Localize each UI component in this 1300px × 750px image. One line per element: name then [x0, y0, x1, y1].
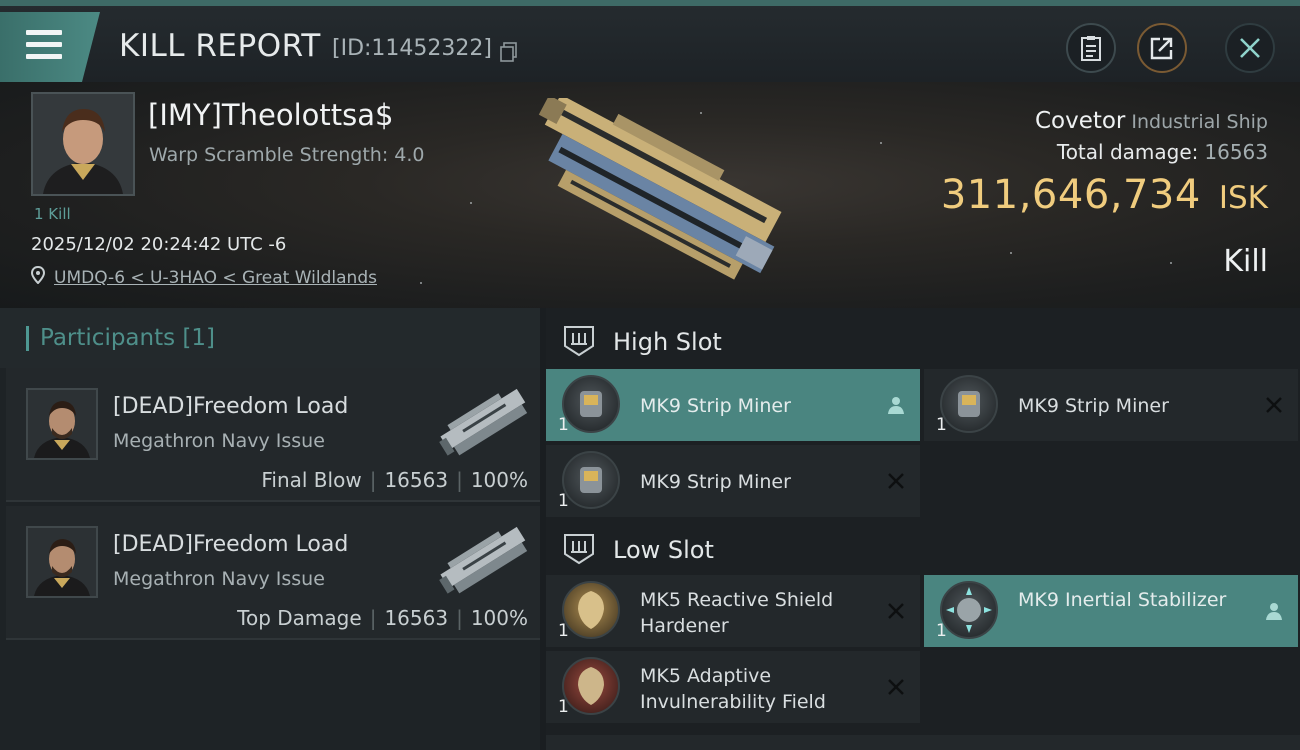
module-item[interactable]: 1 MK5 Reactive Shield Hardener	[546, 575, 920, 647]
low-slot-label: Low Slot	[613, 536, 714, 564]
shield-hardener-icon	[562, 581, 620, 639]
fitting-panel: High Slot 1 MK9 Strip Miner 1 MK9 Strip …	[546, 308, 1300, 750]
user-icon	[888, 397, 904, 414]
module-name: MK9 Strip Miner	[640, 395, 791, 417]
clipboard-button[interactable]	[1066, 23, 1116, 73]
kill-summary: [IMY]Theolottsa$ Warp Scramble Strength:…	[0, 82, 1300, 308]
module-name: MK9 Strip Miner	[1018, 395, 1169, 417]
module-name: MK5 Adaptive Invulnerability Field	[640, 665, 826, 713]
module-item[interactable]: 1 MK9 Strip Miner	[924, 369, 1298, 441]
total-damage-label: Total damage:	[1056, 140, 1199, 164]
isk-unit: ISK	[1218, 180, 1268, 216]
participant-percent: 100%	[470, 468, 528, 492]
participants-header: Participants [1]	[0, 308, 540, 368]
victim-portrait[interactable]	[31, 92, 135, 196]
inertial-stabilizer-icon	[940, 581, 998, 639]
participant-damage: 16563	[384, 606, 449, 630]
victim-name[interactable]: [IMY]Theolottsa$	[148, 98, 393, 132]
module-item[interactable]: 1 MK5 Adaptive Invulnerability Field	[546, 651, 920, 723]
destroyed-icon	[888, 679, 904, 695]
strip-miner-icon	[562, 375, 620, 433]
kill-location-link[interactable]: UMDQ-6 < U-3HAO < Great Wildlands	[54, 268, 377, 288]
strip-miner-icon	[562, 451, 620, 509]
close-icon	[1240, 38, 1260, 58]
location-pin-icon	[31, 266, 45, 284]
low-slot-icon	[564, 534, 594, 565]
participant-ship-image	[439, 526, 528, 594]
high-slot-header: High Slot	[546, 310, 1300, 370]
header-accent	[26, 326, 29, 351]
module-quantity: 1	[936, 621, 947, 641]
total-damage-value: 16563	[1204, 140, 1268, 164]
module-name: MK9 Inertial Stabilizer	[1018, 589, 1227, 611]
module-quantity: 1	[558, 621, 569, 641]
participant-avatar	[26, 388, 98, 460]
kill-datetime: 2025/12/02 20:24:42 UTC -6	[31, 234, 287, 255]
participant-row[interactable]: [DEAD]Freedom Load Megathron Navy Issue …	[6, 506, 540, 640]
user-icon	[1266, 603, 1282, 620]
module-quantity: 1	[558, 415, 569, 435]
participants-title: Participants [1]	[40, 325, 215, 351]
participant-role: Top Damage	[237, 606, 362, 630]
ship-class: Industrial Ship	[1131, 111, 1268, 133]
participant-role: Final Blow	[261, 468, 362, 492]
isk-value: 311,646,734 ISK	[941, 172, 1268, 218]
destroyed-icon	[888, 473, 904, 489]
participant-ship: Megathron Navy Issue	[113, 568, 325, 590]
share-button[interactable]	[1137, 23, 1187, 73]
close-button[interactable]	[1225, 23, 1275, 73]
module-name: MK5 Reactive Shield Hardener	[640, 589, 834, 637]
participant-ship: Megathron Navy Issue	[113, 430, 325, 452]
module-name: MK9 Strip Miner	[640, 471, 791, 493]
kill-count: 1 Kill	[34, 205, 71, 223]
participant-percent: 100%	[470, 606, 528, 630]
participant-stats: Final Blow | 16563 | 100%	[261, 468, 528, 492]
participants-panel: Participants [1] [DEAD]Freedom Load Mega…	[0, 308, 540, 750]
high-slot-label: High Slot	[613, 328, 722, 356]
strip-miner-icon	[940, 375, 998, 433]
isk-amount: 311,646,734	[940, 172, 1201, 218]
module-quantity: 1	[558, 491, 569, 511]
destroyed-icon	[888, 603, 904, 619]
participant-name[interactable]: [DEAD]Freedom Load	[113, 394, 348, 419]
total-damage: Total damage: 16563	[1057, 140, 1268, 164]
participant-damage: 16563	[384, 468, 449, 492]
menu-button[interactable]	[0, 12, 100, 82]
high-slot-icon	[564, 326, 594, 357]
participant-stats: Top Damage | 16563 | 100%	[237, 606, 528, 630]
module-item[interactable]: 1 MK9 Strip Miner	[546, 445, 920, 517]
participant-name[interactable]: [DEAD]Freedom Load	[113, 532, 348, 557]
participant-ship-image	[439, 388, 528, 456]
share-icon	[1150, 37, 1173, 60]
report-id: [ID:11452322]	[332, 36, 492, 61]
module-quantity: 1	[558, 697, 569, 717]
victim-ship: Covetor Industrial Ship	[1035, 108, 1268, 134]
warp-scramble-strength: Warp Scramble Strength: 4.0	[149, 144, 425, 166]
pilot-portrait-image	[33, 94, 133, 194]
top-bar: KILL REPORT [ID:11452322]	[0, 0, 1300, 82]
next-slot-header-partial	[546, 735, 1300, 750]
participant-row[interactable]: [DEAD]Freedom Load Megathron Navy Issue …	[6, 368, 540, 502]
victim-ship-image	[538, 98, 782, 280]
clipboard-icon	[1081, 36, 1101, 61]
destroyed-icon	[1266, 397, 1282, 413]
module-item[interactable]: 1 MK9 Strip Miner	[546, 369, 920, 441]
invulnerability-field-icon	[562, 657, 620, 715]
kill-result: Kill	[1223, 244, 1268, 279]
low-slot-header: Low Slot	[546, 518, 1300, 578]
page-title: KILL REPORT	[119, 28, 321, 64]
module-quantity: 1	[936, 415, 947, 435]
participant-avatar	[26, 526, 98, 598]
ship-name: Covetor	[1034, 108, 1126, 134]
copy-icon[interactable]	[500, 42, 517, 62]
module-item[interactable]: 1 MK9 Inertial Stabilizer	[924, 575, 1298, 647]
